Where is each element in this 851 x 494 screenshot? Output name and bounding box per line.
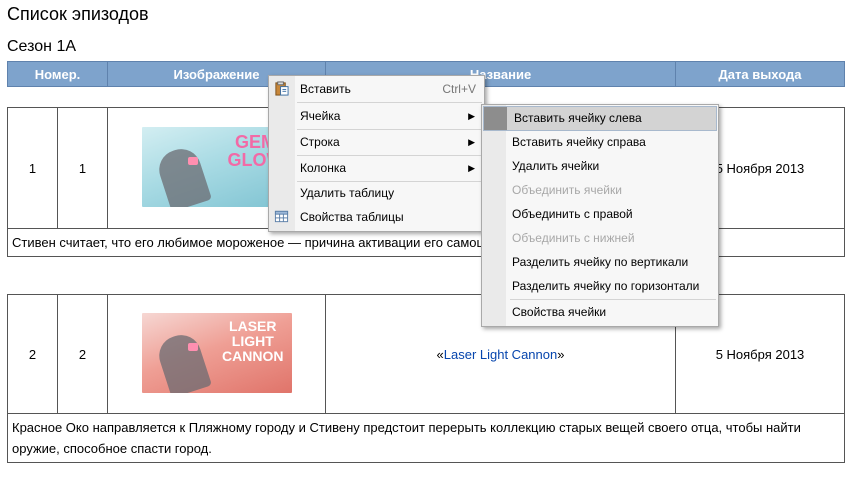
submenu-item-merge-right[interactable]: Объединить с правой (482, 202, 718, 226)
gem-graphic (187, 342, 198, 351)
episode-thumbnail[interactable]: LASER LIGHT CANNON (141, 312, 292, 393)
menu-item-label: Вставить ячейку справа (512, 135, 646, 149)
episode-description[interactable]: Красное Око направляется к Пляжному горо… (7, 413, 845, 463)
episode-table-2: 2 2 LASER LIGHT CANNON «Laser Light Cannon… (7, 294, 845, 463)
submenu-item-insert-cell-right[interactable]: Вставить ячейку справа (482, 130, 718, 154)
submenu-item-merge-cells: Объединить ячейки (482, 178, 718, 202)
submenu-item-insert-cell-left[interactable]: Вставить ячейку слева (483, 106, 717, 131)
submenu-arrow-icon: ▶ (468, 111, 475, 121)
column-header-number[interactable]: Номер. (7, 61, 108, 87)
title-close-quote: » (557, 346, 565, 362)
episode-image-cell[interactable]: LASER LIGHT CANNON (107, 294, 326, 414)
menu-item-table-properties[interactable]: Свойства таблицы (269, 205, 484, 229)
submenu-item-delete-cells[interactable]: Удалить ячейки (482, 154, 718, 178)
episode-number-overall[interactable]: 1 (7, 107, 58, 229)
menu-item-label: Объединить с нижней (512, 231, 635, 245)
highlight-gutter (484, 107, 507, 130)
paste-icon (275, 81, 289, 96)
menu-item-label: Строка (300, 135, 340, 149)
menu-item-delete-table[interactable]: Удалить таблицу (269, 181, 484, 205)
hand-graphic (153, 143, 212, 207)
season-heading: Сезон 1А (7, 38, 77, 55)
menu-item-label: Удалить таблицу (300, 186, 395, 200)
menu-separator (297, 102, 482, 103)
table-properties-icon (274, 210, 289, 223)
cell-submenu: Вставить ячейку слева Вставить ячейку сп… (481, 104, 719, 327)
episode-number-season[interactable]: 1 (57, 107, 108, 229)
gem-graphic (187, 156, 198, 165)
episode-number-season[interactable]: 2 (57, 294, 108, 414)
menu-item-label: Вставить ячейку слева (514, 111, 642, 125)
menu-item-label: Объединить с правой (512, 207, 633, 221)
menu-item-paste[interactable]: Вставить Ctrl+V (269, 77, 484, 101)
submenu-item-cell-properties[interactable]: Свойства ячейки (482, 300, 718, 324)
submenu-arrow-icon: ▶ (468, 137, 475, 147)
submenu-arrow-icon: ▶ (468, 163, 475, 173)
menu-item-label: Объединить ячейки (512, 183, 622, 197)
page-title: Список эпизодов (7, 4, 149, 24)
title-open-quote: « (436, 346, 444, 362)
menu-item-label: Ячейка (300, 109, 341, 123)
menu-item-label: Свойства ячейки (512, 305, 607, 319)
episode-title-link[interactable]: Laser Light Cannon (444, 347, 557, 362)
menu-item-shortcut: Ctrl+V (442, 82, 476, 96)
column-header-airdate[interactable]: Дата выхода (675, 61, 845, 87)
menu-item-label: Свойства таблицы (300, 210, 404, 224)
menu-item-label: Удалить ячейки (512, 159, 600, 173)
menu-item-label: Вставить (300, 82, 351, 96)
thumbnail-title: LASER LIGHT CANNON (222, 317, 284, 364)
context-menu: Вставить Ctrl+V Ячейка ▶ Строка ▶ Колонк… (268, 75, 485, 232)
menu-item-cell[interactable]: Ячейка ▶ (269, 104, 484, 128)
hand-graphic (153, 329, 212, 393)
menu-item-label: Разделить ячейку по горизонтали (512, 279, 700, 293)
menu-item-label: Разделить ячейку по вертикали (512, 255, 689, 269)
episode-number-overall[interactable]: 2 (7, 294, 58, 414)
menu-item-label: Колонка (300, 161, 347, 175)
submenu-item-split-vertical[interactable]: Разделить ячейку по вертикали (482, 250, 718, 274)
submenu-item-split-horizontal[interactable]: Разделить ячейку по горизонтали (482, 274, 718, 298)
submenu-item-merge-down: Объединить с нижней (482, 226, 718, 250)
menu-item-column[interactable]: Колонка ▶ (269, 156, 484, 180)
menu-item-row[interactable]: Строка ▶ (269, 130, 484, 154)
